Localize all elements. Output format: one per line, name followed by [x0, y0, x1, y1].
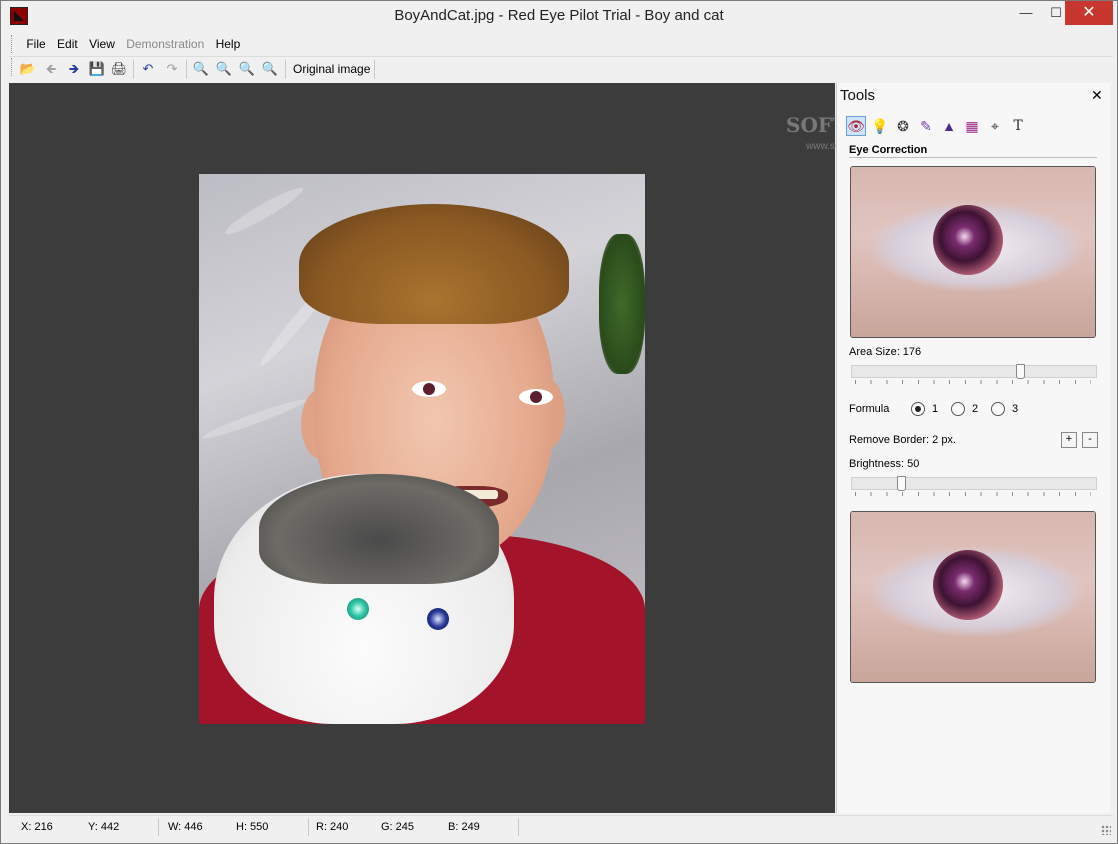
- brush-icon[interactable]: ✎: [916, 116, 936, 136]
- brightness-slider[interactable]: [851, 476, 1097, 491]
- formula-radio-2-label[interactable]: 2: [972, 403, 978, 415]
- remove-border-minus-button[interactable]: -: [1082, 432, 1098, 448]
- eye-preview-after: [850, 511, 1096, 683]
- crop-icon[interactable]: ⌖: [985, 116, 1005, 136]
- area-size-slider[interactable]: [851, 364, 1097, 379]
- area-size-slider-thumb[interactable]: [1016, 364, 1025, 379]
- photo-boy-and-cat[interactable]: [199, 174, 645, 724]
- toolbar-separator: [285, 60, 286, 79]
- eye-correction-icon[interactable]: 👁: [846, 116, 866, 136]
- image-canvas[interactable]: [9, 83, 835, 813]
- cat-head-fur: [259, 474, 499, 584]
- status-width: W: 446: [168, 821, 203, 833]
- area-size-ticks: [855, 380, 1091, 384]
- print-icon[interactable]: 🖨: [110, 60, 128, 78]
- status-x: X: 216: [21, 821, 53, 833]
- window-title: BoyAndCat.jpg - Red Eye Pilot Trial - Bo…: [394, 7, 724, 24]
- toolbar: 📂 🡸 🡺 💾 🖨 ↶ ↷ 🔍 🔍 🔍 🔍 Original image: [9, 57, 1113, 82]
- eye-preview-before: [850, 166, 1096, 338]
- aperture-icon[interactable]: ❂: [893, 116, 913, 136]
- menu-file[interactable]: File: [22, 33, 49, 56]
- menu-demonstration[interactable]: Demonstration: [122, 33, 208, 56]
- tools-title: Tools: [840, 87, 876, 104]
- area-size-label: Area Size: 176: [849, 346, 922, 358]
- status-separator: [308, 818, 309, 836]
- remove-border-plus-button[interactable]: +: [1061, 432, 1077, 448]
- cat-eye-left: [347, 598, 369, 620]
- status-separator: [158, 818, 159, 836]
- brightness-ticks: [855, 492, 1091, 496]
- boy-eye-left: [412, 381, 446, 397]
- text-icon[interactable]: T: [1008, 116, 1028, 136]
- status-separator: [518, 818, 519, 836]
- status-y: Y: 442: [88, 821, 120, 833]
- title-bar: BoyAndCat.jpg - Red Eye Pilot Trial - Bo…: [1, 1, 1117, 31]
- color-swatch-icon[interactable]: ▦: [962, 116, 982, 136]
- toolbar-grip[interactable]: [11, 58, 15, 76]
- boy-eye-right: [519, 389, 553, 405]
- zoom-actual-icon[interactable]: 🔍: [261, 60, 279, 78]
- tools-close-icon[interactable]: ✕: [1091, 87, 1103, 104]
- menu-grip[interactable]: [11, 35, 15, 53]
- original-image-button[interactable]: Original image: [289, 60, 376, 79]
- eye-correction-title: Eye Correction: [849, 144, 928, 156]
- formula-label: Formula: [849, 403, 890, 415]
- remove-border-label: Remove Border: 2 px.: [849, 434, 956, 446]
- formula-radio-1[interactable]: [911, 402, 925, 416]
- formula-radio-3-label[interactable]: 3: [1012, 403, 1018, 415]
- forward-arrow-icon[interactable]: 🡺: [65, 60, 83, 78]
- zoom-in-icon[interactable]: 🔍: [192, 60, 210, 78]
- tools-panel: Tools ✕ 👁 💡 ❂ ✎ ▲ ▦ ⌖ T Eye Correction A…: [836, 83, 1110, 813]
- close-window-button[interactable]: ✕: [1065, 1, 1113, 25]
- section-divider: [849, 157, 1097, 158]
- plant: [599, 234, 645, 374]
- minimize-button[interactable]: —: [1011, 1, 1041, 25]
- app-window: BoyAndCat.jpg - Red Eye Pilot Trial - Bo…: [0, 0, 1118, 844]
- cat-eye-right: [427, 608, 449, 630]
- resize-grip[interactable]: [1101, 825, 1111, 835]
- status-bar: X: 216 Y: 442 W: 446 H: 550 R: 240 G: 24…: [9, 815, 1113, 840]
- menu-view[interactable]: View: [85, 33, 119, 56]
- bulb-icon[interactable]: 💡: [870, 116, 890, 136]
- status-height: H: 550: [236, 821, 269, 833]
- boy-hair: [299, 204, 569, 324]
- zoom-out-icon[interactable]: 🔍: [215, 60, 233, 78]
- zoom-fit-icon[interactable]: 🔍: [238, 60, 256, 78]
- formula-radio-2[interactable]: [951, 402, 965, 416]
- menu-bar: File Edit View Demonstration Help: [9, 33, 1113, 57]
- formula-radio-1-label[interactable]: 1: [932, 403, 938, 415]
- brightness-slider-thumb[interactable]: [897, 476, 906, 491]
- formula-radio-3[interactable]: [991, 402, 1005, 416]
- toolbar-separator: [186, 60, 187, 79]
- status-red: R: 240: [316, 821, 349, 833]
- open-folder-icon[interactable]: 📂: [19, 60, 37, 78]
- status-green: G: 245: [381, 821, 415, 833]
- redo-icon[interactable]: ↷: [163, 60, 181, 78]
- undo-icon[interactable]: ↶: [139, 60, 157, 78]
- triangle-icon[interactable]: ▲: [939, 116, 959, 136]
- toolbar-separator: [133, 60, 134, 79]
- menu-help[interactable]: Help: [212, 33, 245, 56]
- brightness-label: Brightness: 50: [849, 458, 920, 470]
- menu-edit[interactable]: Edit: [53, 33, 82, 56]
- back-arrow-icon[interactable]: 🡸: [42, 60, 60, 78]
- status-blue: B: 249: [448, 821, 480, 833]
- save-disk-icon[interactable]: 💾: [88, 60, 106, 78]
